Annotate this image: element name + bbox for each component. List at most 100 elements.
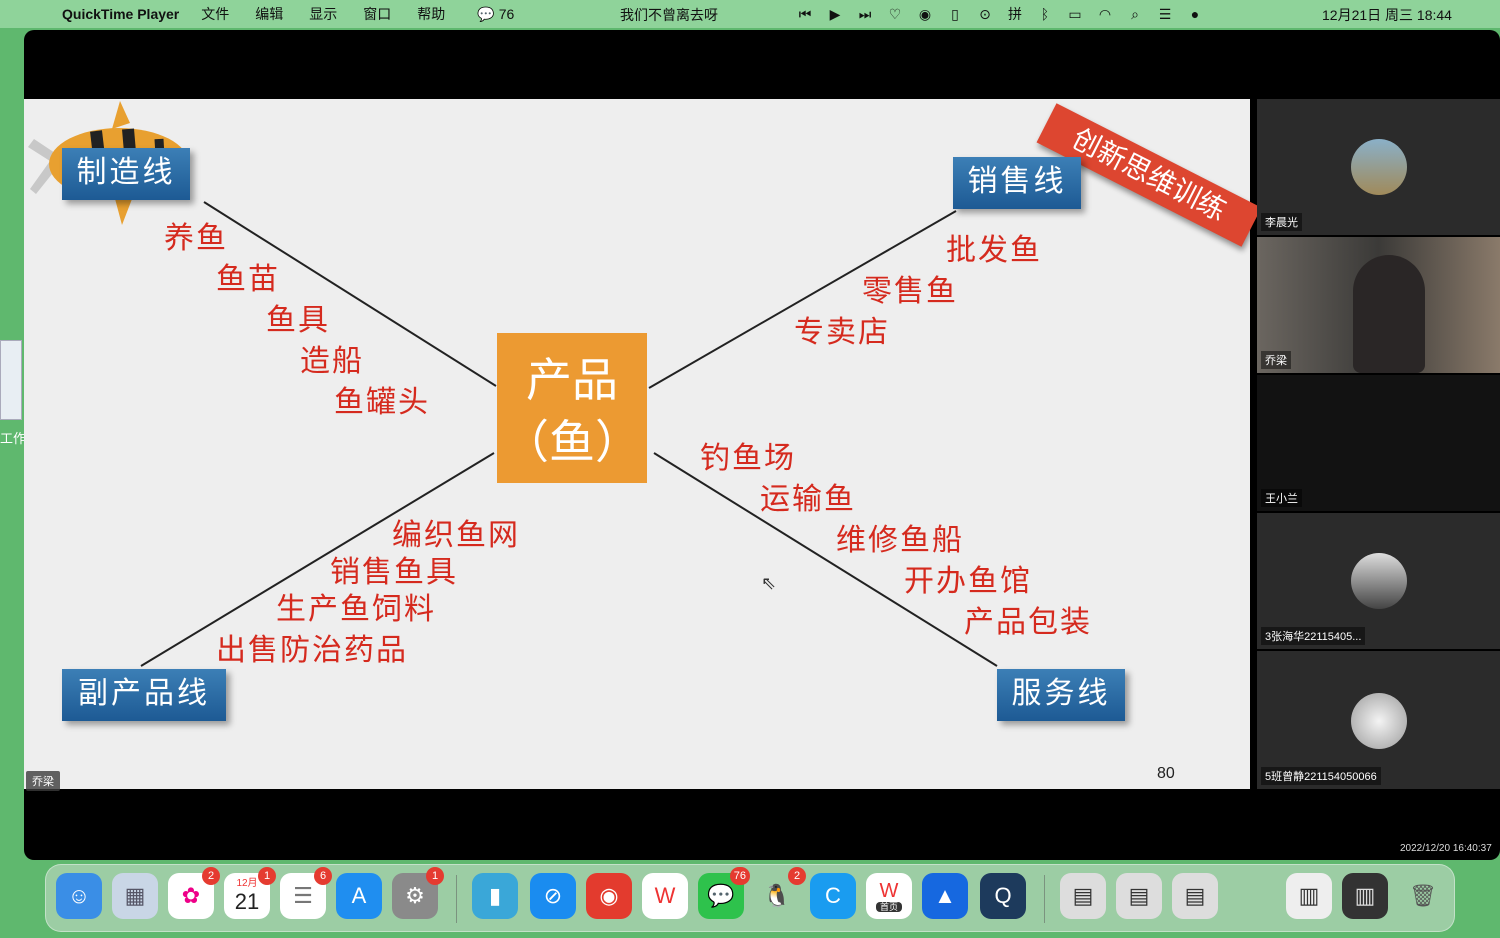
dock: ☺ ▦ ✿ 2 12月 21 1 ☰ 6 A ⚙ 1 ▮ ⊘ ◉ W 💬 76 🐧 2 C… [45,864,1455,932]
participant-tile[interactable]: 5班曾静221154050066 [1257,651,1500,789]
wps-icon[interactable]: W [642,873,688,919]
service-item: 产品包装 [964,605,1092,640]
app-menu[interactable]: QuickTime Player [62,6,179,22]
wechat-count: 76 [498,6,515,22]
sales-item: 批发鱼 [946,233,1042,268]
calendar-icon[interactable]: 12月 21 1 [224,867,276,919]
tencent-meeting-icon[interactable]: ▲ [922,873,968,919]
notes-icon[interactable]: ▮ [472,873,518,919]
participant-video-tile[interactable]: 乔梁 [1257,237,1500,373]
center-title: 产品 [526,353,618,407]
menu-help[interactable]: 帮助 [417,4,445,24]
search-icon[interactable]: ⌕ [1120,6,1150,23]
menu-edit[interactable]: 编辑 [255,4,283,24]
finder-icon[interactable]: ☺ [56,873,102,919]
heart-icon[interactable]: ♡ [880,6,910,23]
avatar [1351,139,1407,195]
menu-file[interactable]: 文件 [201,4,229,24]
manufacturing-line-label: 制造线 [62,148,190,200]
notes-status-icon[interactable]: ▯ [940,6,970,23]
minimized-window-icon[interactable]: ▤ [1116,873,1162,919]
wps-office-icon[interactable]: W 首页 [866,873,912,919]
participant-name: 王小兰 [1261,489,1302,507]
wechat-badge: 76 [729,867,750,885]
siri-icon[interactable]: ● [1180,6,1210,22]
byproduct-item: 生产鱼饲料 [276,592,436,627]
desktop-file-thumbnail[interactable] [0,340,22,420]
wps-home-label: 首页 [875,902,902,912]
previous-track-icon[interactable]: ⏮ [790,6,820,23]
manufacturing-item: 鱼罐头 [334,385,430,420]
quicktime-icon[interactable]: Q [980,873,1026,919]
trash-icon[interactable]: 🗑 [1400,873,1446,919]
avatar [1351,693,1407,749]
byproduct-item: 出售防治药品 [216,633,408,668]
participant-tile[interactable]: 王小兰 [1257,375,1500,511]
participant-name: 李晨光 [1261,213,1302,231]
manufacturing-item: 造船 [300,344,364,379]
netease-music-icon[interactable]: ◉ [910,6,940,23]
reminders-badge: 6 [314,867,332,885]
service-item: 运输鱼 [760,482,856,517]
media-play-icon[interactable]: ⊙ [970,6,1000,23]
sales-item: 零售鱼 [862,274,958,309]
minimized-window-icon[interactable]: ▤ [1060,873,1106,919]
service-line-label: 服务线 [997,669,1125,721]
battery-icon[interactable]: ▭ [1060,6,1090,23]
now-playing-title[interactable]: 我们不曾离去呀 [620,5,718,25]
byproduct-line-label: 副产品线 [62,669,226,721]
qq-badge: 2 [788,867,806,885]
manufacturing-item: 鱼具 [266,303,330,338]
sales-item: 专卖店 [794,315,890,350]
service-item: 维修鱼船 [836,523,964,558]
video-person [1353,255,1425,373]
minimized-window-icon[interactable]: ▥ [1342,873,1388,919]
participant-tile[interactable]: 李晨光 [1257,99,1500,235]
minimized-window-icon[interactable]: ▤ [1172,873,1218,919]
launchpad-icon[interactable]: ▦ [112,873,158,919]
clock[interactable]: 12月21日 周三 18:44 [1322,5,1452,25]
mouse-cursor-icon: ⇖ [761,573,777,593]
netease-music-icon[interactable]: ◉ [586,873,632,919]
service-item: 钓鱼场 [700,441,796,476]
minimized-window-icon[interactable]: ▥ [1286,873,1332,919]
manufacturing-item: 鱼苗 [216,262,280,297]
calendar-day: 21 [234,889,260,914]
sales-line-label: 销售线 [953,157,1081,209]
reminders-icon[interactable]: ☰ 6 [280,867,332,919]
menu-window[interactable]: 窗口 [363,4,391,24]
play-icon[interactable]: ▶ [820,6,850,23]
menu-view[interactable]: 显示 [309,4,337,24]
wechat-status[interactable]: 💬 76 [477,6,514,23]
system-settings-icon[interactable]: ⚙ 1 [392,867,444,919]
wifi-icon[interactable]: ◠ [1090,6,1120,23]
participant-name: 乔梁 [1261,351,1291,369]
desktop-file-label: 工作 [0,431,27,446]
control-center-icon[interactable]: ☰ [1150,6,1180,23]
next-track-icon[interactable]: ⏭ [850,6,880,23]
wechat-icon[interactable]: 💬 76 [698,867,750,919]
speaker-name-tag: 乔梁 [26,771,60,791]
quicktime-window: 产品 （鱼） 创新思维训练 制造线 养鱼 鱼苗 鱼具 造船 鱼罐头 销售线 批发… [24,30,1500,860]
participant-tile[interactable]: 3张海华22115405... [1257,513,1500,649]
center-topic-box: 产品 （鱼） [497,333,647,483]
avatar [1351,553,1407,609]
calendar-badge: 1 [258,867,276,885]
input-method-icon[interactable]: 拼 [1000,4,1030,24]
dock-separator [456,875,457,923]
settings-badge: 1 [426,867,444,885]
chaoxing-icon[interactable]: C [810,873,856,919]
safari-icon[interactable]: ⊘ [530,873,576,919]
bluetooth-icon[interactable]: ᛒ [1030,6,1060,22]
menu-bar: QuickTime Player 文件 编辑 显示 窗口 帮助 💬 76 我们不… [0,0,1500,28]
qq-icon[interactable]: 🐧 2 [754,867,806,919]
participant-name: 5班曾静221154050066 [1261,767,1381,785]
photos-icon[interactable]: ✿ 2 [168,867,220,919]
wechat-icon: 💬 [477,5,495,22]
app-store-icon[interactable]: A [336,873,382,919]
manufacturing-item: 养鱼 [164,221,228,256]
presentation-slide: 产品 （鱼） 创新思维训练 制造线 养鱼 鱼苗 鱼具 造船 鱼罐头 销售线 批发… [24,99,1262,791]
slide-page-number: 80 [1157,765,1175,782]
recording-timestamp: 2022/12/20 16:40:37 [1400,843,1492,854]
photos-badge: 2 [202,867,220,885]
